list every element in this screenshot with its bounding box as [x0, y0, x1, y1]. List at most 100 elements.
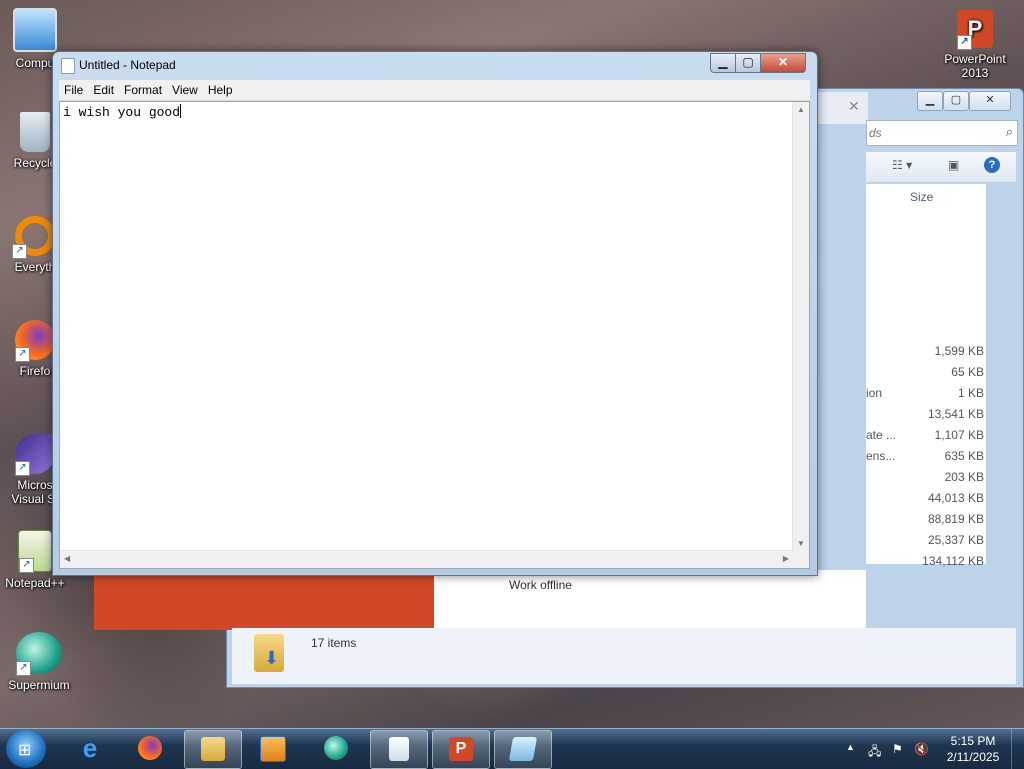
explorer-maximize-button[interactable]: ▢ — [943, 91, 969, 111]
desktop-icon-label: PowerPoint 2013 — [944, 52, 1006, 80]
taskbar-media-player[interactable] — [244, 730, 300, 767]
windows-logo-icon: ⊞ — [18, 742, 32, 759]
computer-icon — [13, 8, 57, 52]
scroll-left-icon[interactable]: ◀ — [64, 554, 70, 563]
explorer-minimize-button[interactable]: ▁ — [917, 91, 943, 111]
editor-content: i wish you good — [63, 104, 182, 120]
powerpoint-icon: P — [449, 737, 473, 761]
vertical-scrollbar[interactable]: ▲ ▼ — [792, 102, 809, 551]
file-size-cell: 13,541 KB — [927, 407, 984, 421]
file-size-cell: 25,337 KB — [927, 533, 984, 547]
horizontal-scrollbar[interactable]: ◀ ▶ — [60, 550, 793, 568]
explorer-close-button[interactable]: ✕ — [969, 91, 1011, 111]
close-icon[interactable]: ✕ — [848, 98, 860, 115]
menu-help[interactable]: Help — [203, 80, 238, 100]
notepad-icon — [61, 58, 75, 74]
desktop-icon-label: Recycle — [13, 156, 57, 170]
taskbar-powerpoint[interactable]: P — [432, 730, 490, 769]
text-caret — [180, 104, 182, 118]
desktop-icon-label: Compu — [15, 56, 55, 70]
powerpoint-icon: P ↗ — [957, 10, 993, 50]
clock-date: 2/11/2025 — [946, 750, 1000, 764]
taskbar-firefox[interactable] — [122, 730, 178, 767]
action-center-flag-icon[interactable]: ⚑ — [892, 742, 903, 756]
show-desktop-button[interactable] — [1011, 729, 1024, 769]
system-clock[interactable]: 5:15 PM 2/11/2025 — [938, 733, 1008, 765]
download-arrow-icon: ⬇ — [264, 648, 280, 668]
explorer-status-bar: ⬇ 17 items — [232, 628, 1016, 684]
window-title: Untitled - Notepad — [79, 58, 176, 72]
desktop-icon-supermium[interactable]: ↗ Supermium — [4, 632, 74, 692]
search-placeholder: ds — [869, 126, 882, 140]
file-size-cell: 88,819 KB — [927, 512, 984, 526]
menu-bar: File Edit Format View Help — [59, 80, 810, 101]
work-offline-label[interactable]: Work offline — [509, 578, 572, 592]
desktop-icon-powerpoint[interactable]: P ↗ PowerPoint 2013 — [938, 10, 1012, 80]
clock-time: 5:15 PM — [950, 734, 996, 748]
recycle-bin-icon — [20, 112, 50, 152]
desktop-icon-label: Firefo — [19, 364, 51, 378]
show-hidden-icons-icon[interactable]: ▲ — [846, 742, 855, 752]
menu-edit[interactable]: Edit — [88, 80, 119, 100]
explorer-details-area: Work offline — [434, 570, 866, 628]
file-type-cell: ate ... — [866, 428, 897, 442]
firefox-icon — [138, 736, 162, 760]
search-icon[interactable]: ⌕ — [1006, 124, 1013, 140]
menu-view[interactable]: View — [167, 80, 203, 100]
explorer-search-box[interactable]: ds ⌕ — [866, 120, 1018, 146]
minimize-button[interactable]: ▁ — [710, 53, 736, 73]
scroll-down-icon[interactable]: ▼ — [797, 539, 805, 548]
notepad-window[interactable]: Untitled - Notepad ▁ ▢ ✕ File Edit Format V… — [52, 51, 818, 576]
file-size-cell: 65 KB — [951, 365, 984, 379]
media-player-icon — [260, 736, 286, 762]
internet-explorer-icon: e — [82, 733, 98, 763]
file-size-cell: 1,599 KB — [934, 344, 984, 358]
menu-file[interactable]: File — [59, 80, 88, 100]
document-icon — [389, 737, 409, 761]
shortcut-arrow-icon: ↗ — [15, 461, 30, 476]
maximize-button[interactable]: ▢ — [735, 53, 761, 73]
column-header-size[interactable]: Size — [910, 190, 933, 204]
file-size-cell: 1,107 KB — [934, 428, 984, 442]
shortcut-arrow-icon: ↗ — [16, 661, 31, 676]
firefox-icon: ↗ — [15, 320, 55, 362]
supermium-icon — [324, 736, 348, 760]
volume-muted-icon[interactable]: 🔇 — [914, 742, 929, 756]
item-count: 17 items — [311, 636, 357, 650]
file-size-cell: 1 KB — [957, 386, 984, 400]
notepad-icon — [508, 737, 538, 761]
preview-pane-icon[interactable]: ▣ — [948, 158, 959, 172]
start-button[interactable]: ⊞ — [6, 730, 46, 768]
desktop-icon-label: Supermium — [8, 678, 70, 692]
visual-studio-icon: ↗ — [15, 434, 55, 476]
everything-search-icon: ↗ — [12, 216, 55, 259]
taskbar-internet-explorer[interactable]: e — [62, 730, 118, 767]
supermium-icon: ↗ — [16, 632, 62, 676]
desktop-icon-label: Notepad++ — [5, 576, 65, 590]
file-explorer-icon — [201, 737, 225, 761]
close-button[interactable]: ✕ — [760, 53, 806, 73]
file-size-cell: 44,013 KB — [927, 491, 984, 505]
file-type-cell: ion — [866, 386, 883, 400]
text-editor-area[interactable]: i wish you good ▲ ▼ ◀ ▶ — [59, 101, 810, 569]
shortcut-arrow-icon: ↗ — [957, 35, 972, 50]
size-grip[interactable] — [793, 551, 809, 568]
file-size-cell: 635 KB — [944, 449, 984, 463]
taskbar-supermium[interactable] — [308, 730, 364, 767]
taskbar-file-explorer[interactable] — [184, 730, 242, 769]
explorer-toolbar: ☷ ▾ ▣ ? — [866, 152, 1016, 182]
file-type-cell: ens... — [866, 449, 896, 463]
notepadpp-icon: ↗ — [18, 530, 52, 573]
network-icon[interactable]: 🖧 — [868, 742, 881, 763]
taskbar: ⊞ e P ▲ 🖧 ⚑ 🔇 5:15 PM 2/11/2025 — [0, 728, 1024, 769]
help-icon[interactable]: ? — [984, 157, 1000, 173]
editor-text: i wish you good — [63, 105, 181, 120]
taskbar-document[interactable] — [370, 730, 428, 769]
view-options-icon[interactable]: ☷ ▾ — [892, 158, 912, 172]
powerpoint-preview-block — [94, 570, 436, 630]
scroll-right-icon[interactable]: ▶ — [783, 554, 789, 563]
downloads-folder-icon: ⬇ — [254, 634, 284, 672]
taskbar-notepad[interactable] — [494, 730, 552, 769]
menu-format[interactable]: Format — [119, 80, 167, 100]
scroll-up-icon[interactable]: ▲ — [797, 105, 805, 114]
